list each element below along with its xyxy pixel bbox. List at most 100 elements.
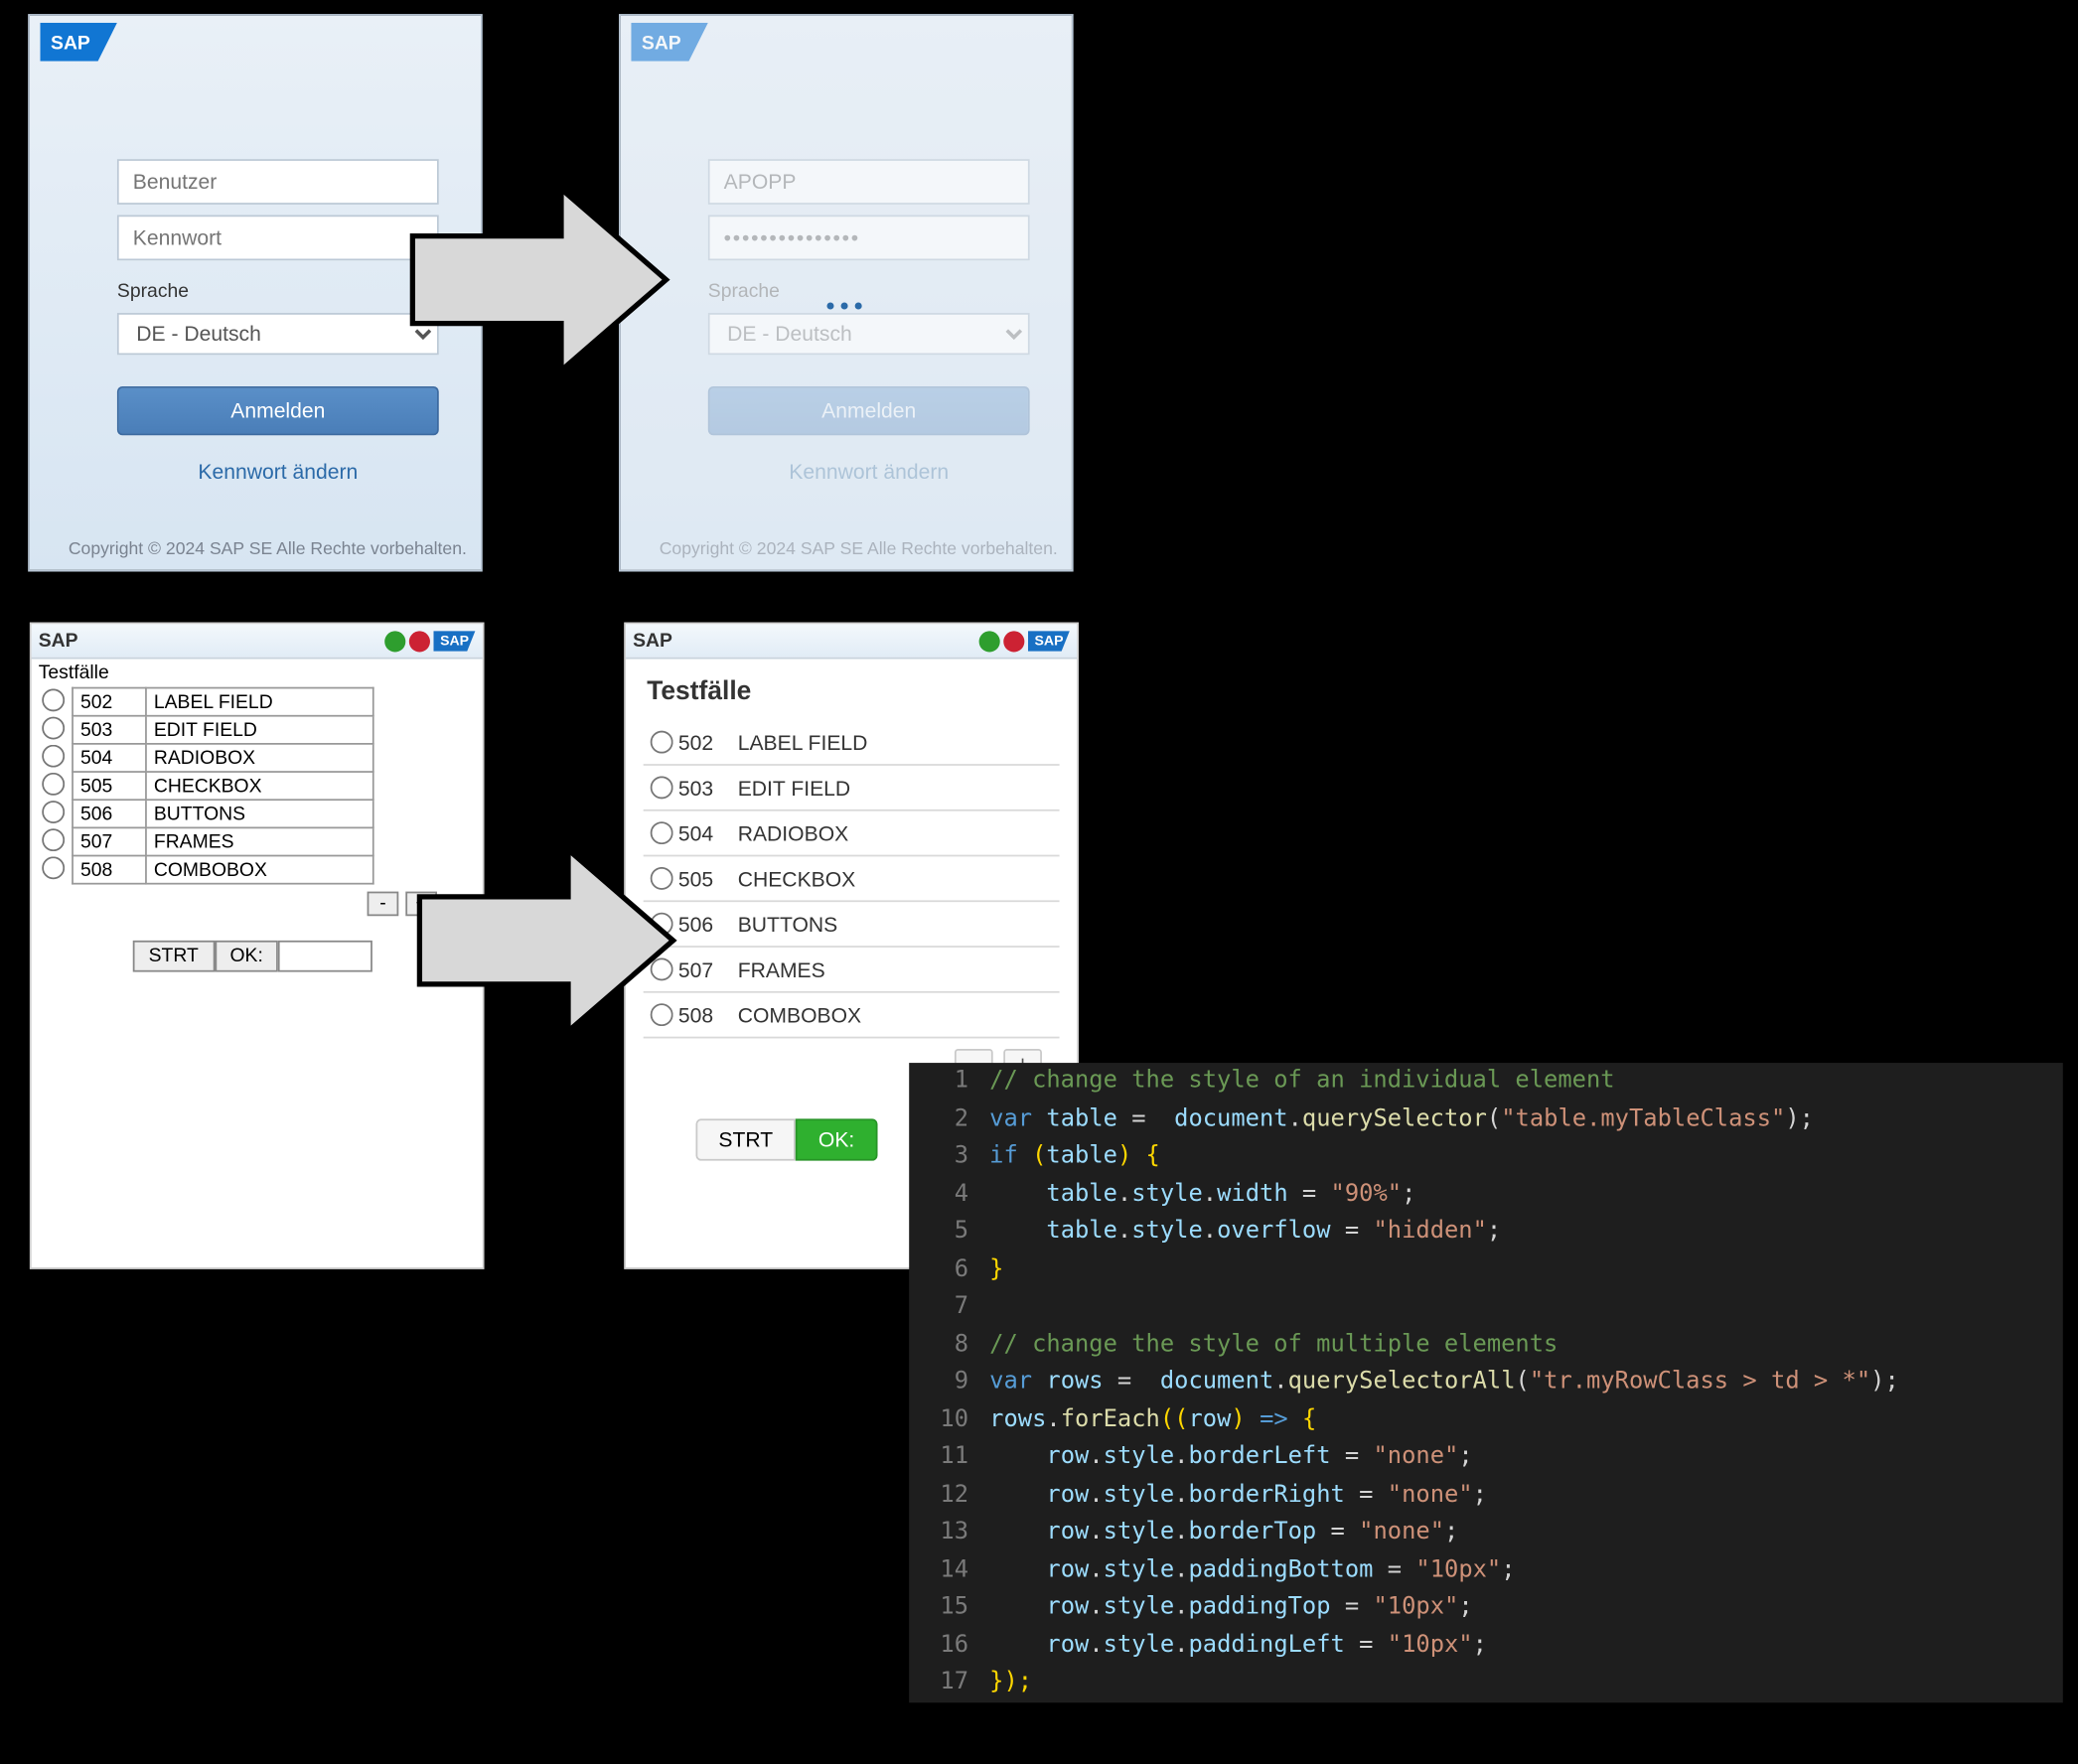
change-password-link[interactable]: Kennwort ändern: [708, 460, 1030, 485]
loading-indicator-icon: [826, 302, 861, 309]
login-button[interactable]: Anmelden: [117, 386, 439, 435]
code-line: 16 row.style.paddingLeft = "10px";: [909, 1627, 2063, 1665]
row-code: 508: [678, 1002, 738, 1027]
language-select[interactable]: DE - Deutsch: [117, 313, 439, 355]
ok-button[interactable]: OK:: [215, 941, 279, 972]
row-code: 502: [73, 688, 146, 716]
table-row: 508COMBOBOX: [35, 856, 373, 884]
username-input[interactable]: [708, 159, 1030, 205]
code-content: row.style.paddingLeft = "10px";: [989, 1627, 2063, 1665]
ok-button[interactable]: OK:: [796, 1118, 877, 1160]
list-item[interactable]: 505CHECKBOX: [644, 856, 1060, 902]
ok-status-icon[interactable]: [384, 630, 405, 651]
code-line: 10rows.forEach((row) => {: [909, 1401, 2063, 1439]
ok-status-icon[interactable]: [979, 630, 1000, 651]
row-code: 505: [678, 866, 738, 891]
code-line: 3if (table) {: [909, 1138, 2063, 1176]
row-radio[interactable]: [42, 827, 65, 850]
row-code: 508: [73, 856, 146, 884]
login-button[interactable]: Anmelden: [708, 386, 1030, 435]
arrow-right-icon: [402, 835, 682, 1045]
code-content: if (table) {: [989, 1138, 2063, 1176]
line-number: 12: [909, 1476, 989, 1514]
copyright-text: Copyright © 2024 SAP SE Alle Rechte vorb…: [660, 540, 1058, 559]
code-line: 15 row.style.paddingTop = "10px";: [909, 1589, 2063, 1627]
code-editor[interactable]: 1// change the style of an individual el…: [909, 1063, 2063, 1702]
row-label: EDIT FIELD: [738, 776, 850, 801]
line-number: 10: [909, 1401, 989, 1439]
list-item[interactable]: 502LABEL FIELD: [644, 720, 1060, 766]
row-code: 504: [678, 820, 738, 845]
remove-row-button[interactable]: -: [368, 892, 399, 917]
code-line: 1// change the style of an individual el…: [909, 1063, 2063, 1101]
list-item[interactable]: 506BUTTONS: [644, 902, 1060, 948]
password-input[interactable]: [117, 215, 439, 260]
line-number: 14: [909, 1551, 989, 1589]
login-panel-after: SAP Sprache DE - Deutsch Anmelden Kennwo…: [619, 14, 1074, 571]
row-radio[interactable]: [42, 744, 65, 767]
row-label: CHECKBOX: [146, 772, 373, 800]
start-button[interactable]: STRT: [133, 941, 215, 972]
table-row: 504RADIOBOX: [35, 744, 373, 772]
code-content: });: [989, 1665, 2063, 1702]
row-label: BUTTONS: [738, 912, 838, 937]
row-label: COMBOBOX: [738, 1002, 861, 1027]
row-label: LABEL FIELD: [146, 688, 373, 716]
row-label: FRAMES: [146, 827, 373, 855]
row-code: 504: [73, 744, 146, 772]
row-radio[interactable]: [650, 731, 672, 754]
line-number: 5: [909, 1213, 989, 1250]
ok-value-input[interactable]: [279, 941, 373, 972]
row-radio[interactable]: [42, 716, 65, 739]
panel-title-bar: SAP SAP: [32, 624, 483, 659]
code-content: // change the style of multiple elements: [989, 1326, 2063, 1364]
row-label: RADIOBOX: [738, 820, 849, 845]
row-code: 507: [678, 957, 738, 982]
panel-title: SAP: [633, 630, 672, 651]
line-number: 11: [909, 1438, 989, 1476]
username-input[interactable]: [117, 159, 439, 205]
line-number: 4: [909, 1176, 989, 1214]
table-row: 503EDIT FIELD: [35, 716, 373, 744]
svg-text:SAP: SAP: [51, 32, 90, 54]
code-line: 14 row.style.paddingBottom = "10px";: [909, 1551, 2063, 1589]
svg-text:SAP: SAP: [642, 32, 681, 54]
language-select[interactable]: DE - Deutsch: [708, 313, 1030, 355]
section-title: Testfälle: [626, 660, 1077, 714]
start-button[interactable]: STRT: [695, 1118, 796, 1160]
list-item[interactable]: 508COMBOBOX: [644, 993, 1060, 1039]
sap-mini-logo-icon: SAP: [1028, 630, 1070, 651]
row-radio[interactable]: [42, 800, 65, 822]
row-code: 503: [73, 716, 146, 744]
row-code: 505: [73, 772, 146, 800]
password-input[interactable]: [708, 215, 1030, 260]
row-radio[interactable]: [42, 772, 65, 795]
list-item[interactable]: 504RADIOBOX: [644, 811, 1060, 857]
cancel-status-icon[interactable]: [1003, 630, 1024, 651]
code-content: table.style.overflow = "hidden";: [989, 1213, 2063, 1250]
code-content: var table = document.querySelector("tabl…: [989, 1101, 2063, 1138]
panel-title-bar: SAP SAP: [626, 624, 1077, 659]
test-cases-table: 502LABEL FIELD503EDIT FIELD504RADIOBOX50…: [35, 687, 373, 885]
table-row: 506BUTTONS: [35, 800, 373, 827]
row-label: BUTTONS: [146, 800, 373, 827]
code-line: 6}: [909, 1250, 2063, 1288]
change-password-link[interactable]: Kennwort ändern: [117, 460, 439, 485]
line-number: 15: [909, 1589, 989, 1627]
list-item[interactable]: 503EDIT FIELD: [644, 766, 1060, 811]
row-code: 506: [73, 800, 146, 827]
row-code: 503: [678, 776, 738, 801]
row-code: 506: [678, 912, 738, 937]
list-item[interactable]: 507FRAMES: [644, 948, 1060, 993]
cancel-status-icon[interactable]: [409, 630, 430, 651]
code-line: 2var table = document.querySelector("tab…: [909, 1101, 2063, 1138]
code-line: 17});: [909, 1665, 2063, 1702]
row-radio[interactable]: [650, 776, 672, 799]
line-number: 9: [909, 1364, 989, 1401]
table-row: 507FRAMES: [35, 827, 373, 855]
row-radio[interactable]: [42, 856, 65, 879]
row-radio[interactable]: [42, 688, 65, 711]
language-label: Sprache: [708, 281, 1030, 302]
code-content: [989, 1288, 2063, 1326]
row-label: LABEL FIELD: [738, 730, 868, 755]
